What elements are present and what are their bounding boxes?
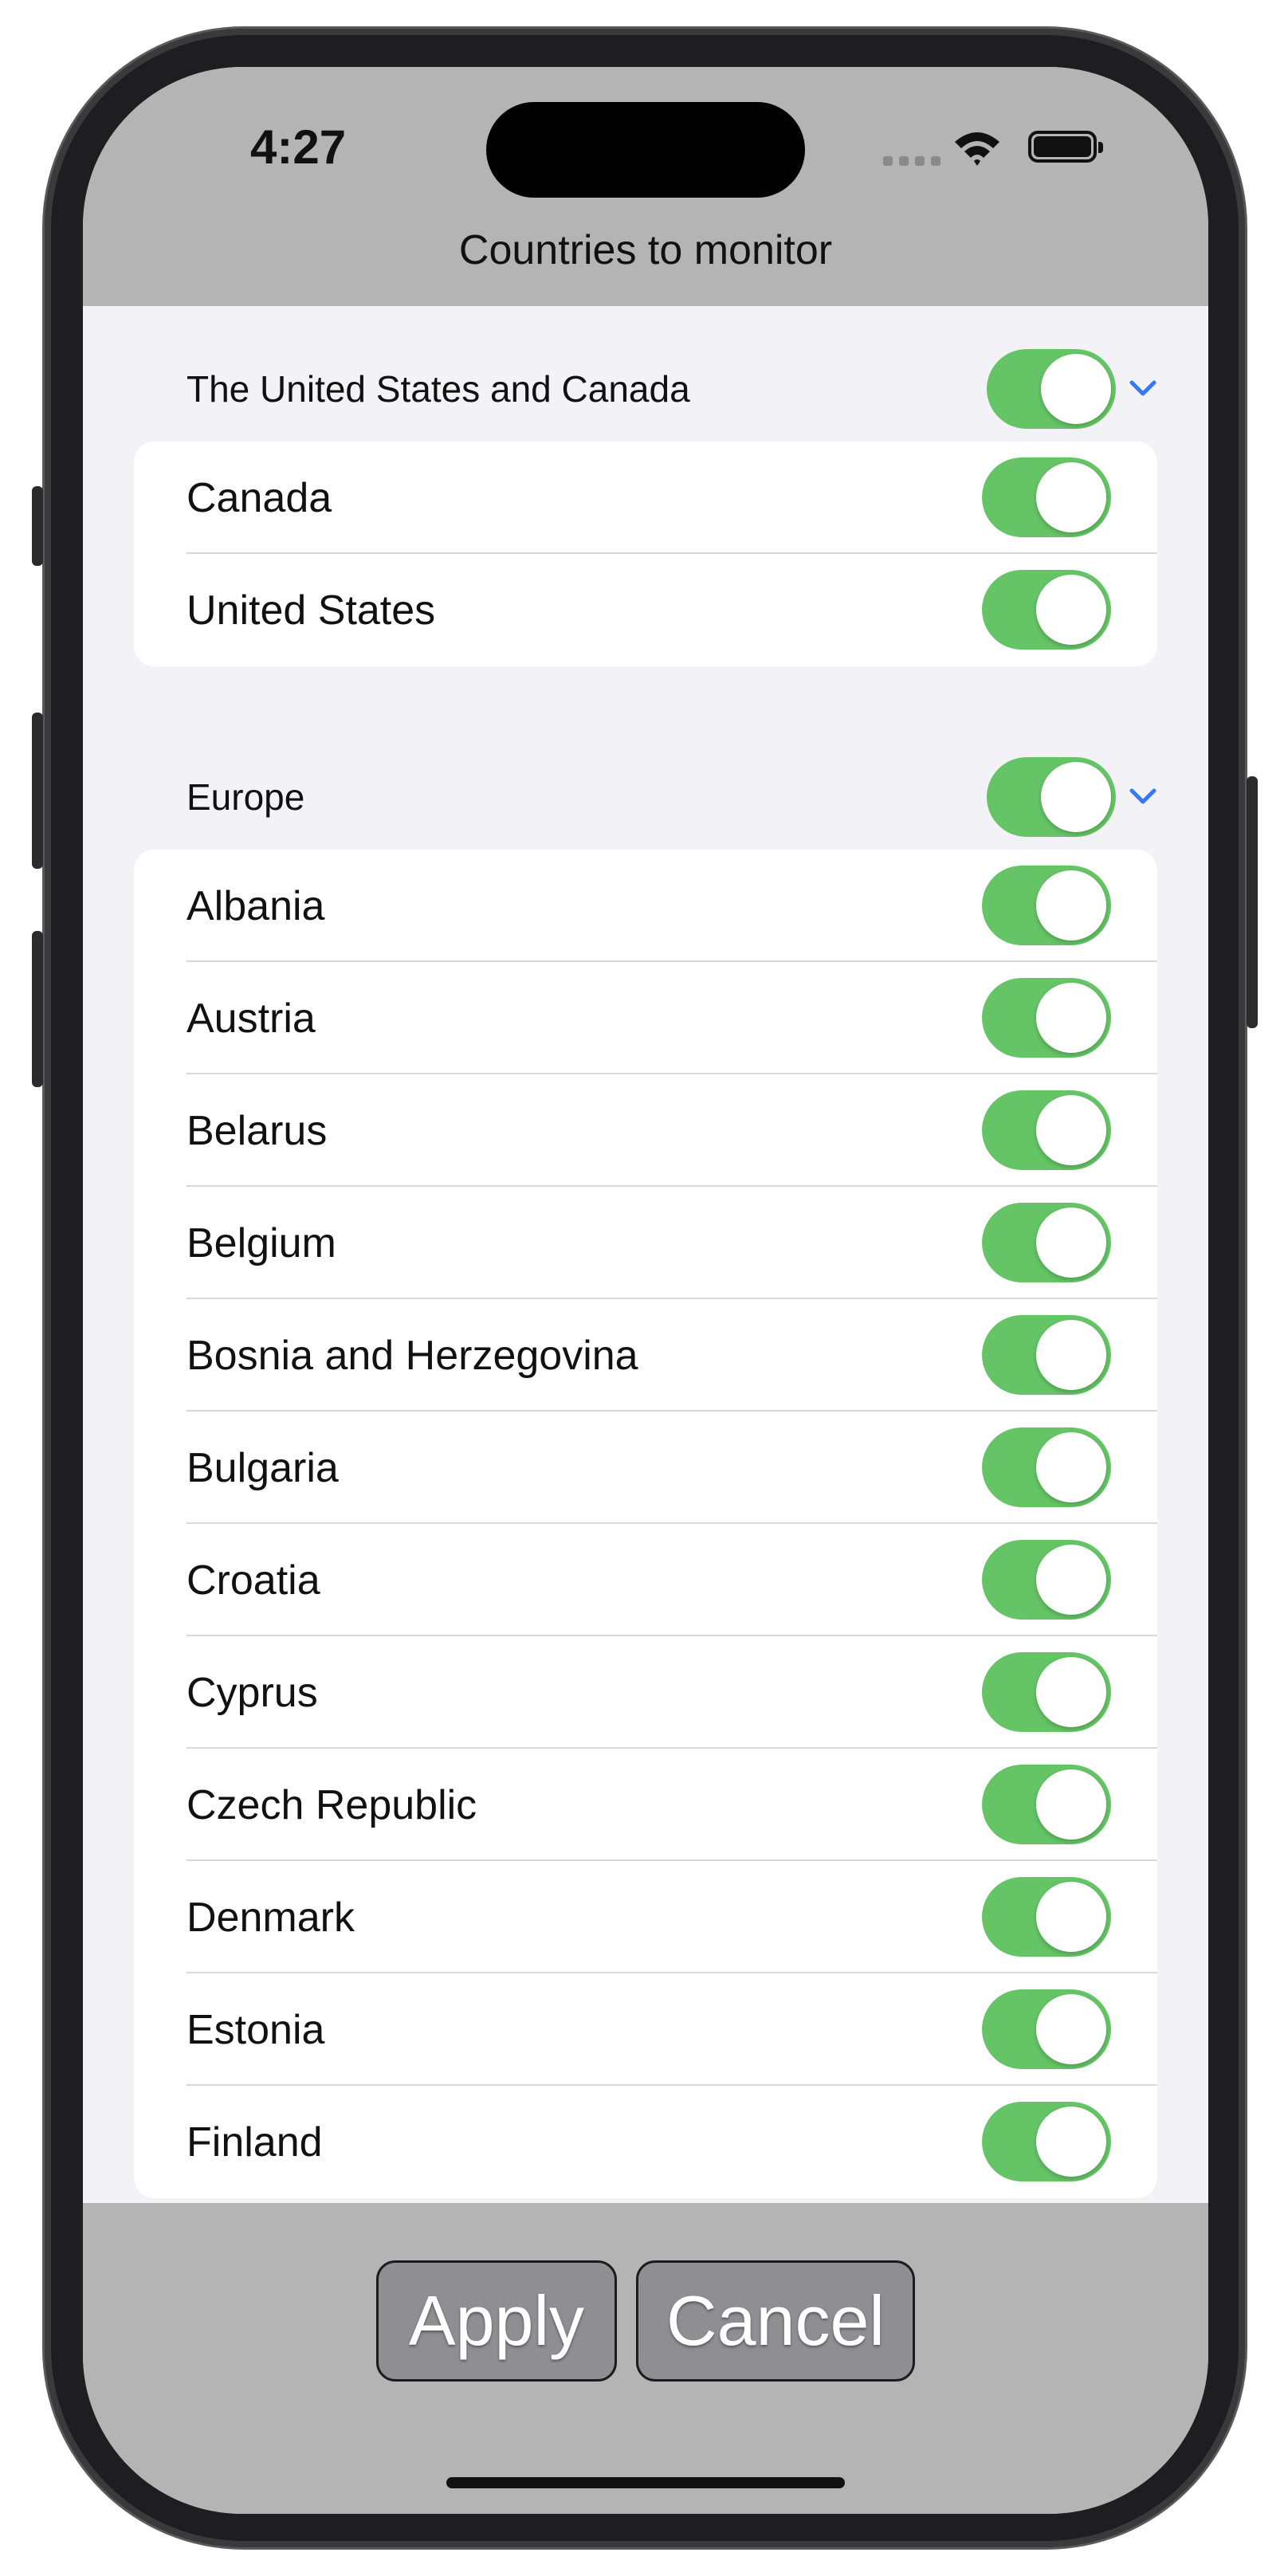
country-toggle[interactable]	[982, 1877, 1111, 1957]
toggle-knob	[1036, 1994, 1106, 2064]
screen: 4:27 Countries to monitor The United Sta…	[83, 67, 1208, 2514]
toggle-knob	[1036, 462, 1106, 532]
toggle-knob	[1036, 1882, 1106, 1952]
country-name: Belarus	[187, 1107, 328, 1154]
page-title: Countries to monitor	[458, 227, 833, 273]
toggle-knob	[1036, 1545, 1106, 1615]
country-toggle[interactable]	[982, 570, 1111, 650]
section-header-us-canada: The United States and Canada	[187, 349, 1207, 429]
country-toggle[interactable]	[982, 978, 1111, 1058]
list-item: Bosnia and Herzegovina	[134, 1299, 1157, 1412]
country-toggle[interactable]	[982, 2102, 1111, 2181]
status-time: 4:27	[250, 120, 347, 174]
list-item: Bulgaria	[134, 1412, 1157, 1524]
country-name: Belgium	[187, 1219, 336, 1266]
apply-button[interactable]: Apply	[376, 2260, 617, 2382]
list-item: Czech Republic	[134, 1749, 1157, 1861]
list-item: Cyprus	[134, 1636, 1157, 1749]
toggle-knob	[1041, 354, 1111, 424]
list-item: Albania	[134, 850, 1157, 962]
battery-icon	[1028, 131, 1103, 163]
top-bar: 4:27 Countries to monitor	[83, 67, 1208, 306]
chevron-down-icon[interactable]	[1127, 373, 1159, 405]
toggle-knob	[1036, 575, 1106, 645]
country-toggle[interactable]	[982, 457, 1111, 537]
wifi-icon	[955, 132, 999, 166]
section-toggle-us-canada[interactable]	[987, 349, 1116, 429]
toggle-knob	[1036, 2107, 1106, 2177]
home-indicator[interactable]	[446, 2477, 845, 2488]
country-name: Cyprus	[187, 1669, 318, 1716]
section-group-europe: Albania Austria Belarus Belgium Bosnia a	[134, 850, 1157, 2198]
section-title: The United States and Canada	[187, 368, 690, 410]
country-name: Canada	[187, 474, 332, 521]
action-bar: Apply Cancel	[83, 2203, 1208, 2514]
volume-down-button	[32, 931, 43, 1087]
country-toggle[interactable]	[982, 866, 1111, 945]
dynamic-island	[486, 102, 805, 198]
section-toggle-europe[interactable]	[987, 757, 1116, 837]
country-toggle[interactable]	[982, 1090, 1111, 1170]
country-name: Denmark	[187, 1894, 355, 1941]
country-name: United States	[187, 587, 436, 634]
cellular-signal-icon	[883, 156, 940, 166]
toggle-knob	[1036, 983, 1106, 1053]
list-item: Estonia	[134, 1973, 1157, 2086]
list-item: Finland	[134, 2086, 1157, 2198]
section-header-europe: Europe	[187, 757, 1207, 837]
toggle-knob	[1036, 1432, 1106, 1502]
country-name: Croatia	[187, 1557, 320, 1604]
list-item: Belarus	[134, 1074, 1157, 1187]
country-name: Bulgaria	[187, 1444, 339, 1491]
country-name: Estonia	[187, 2006, 325, 2053]
section-title: Europe	[187, 776, 305, 818]
country-name: Albania	[187, 882, 325, 929]
country-toggle[interactable]	[982, 1315, 1111, 1395]
toggle-knob	[1036, 1657, 1106, 1727]
list-item: Denmark	[134, 1861, 1157, 1973]
country-toggle[interactable]	[982, 1427, 1111, 1507]
toggle-knob	[1036, 1095, 1106, 1165]
power-button	[1247, 776, 1258, 1028]
cancel-button[interactable]: Cancel	[636, 2260, 915, 2382]
list-item: Austria	[134, 962, 1157, 1074]
volume-up-button	[32, 713, 43, 869]
list-item: Croatia	[134, 1524, 1157, 1636]
list-item: Belgium	[134, 1187, 1157, 1299]
country-toggle[interactable]	[982, 1989, 1111, 2069]
list-item: Canada	[134, 442, 1157, 554]
country-name: Finland	[187, 2119, 323, 2166]
country-name: Bosnia and Herzegovina	[187, 1332, 638, 1379]
toggle-knob	[1036, 1769, 1106, 1840]
country-name: Austria	[187, 995, 316, 1042]
toggle-knob	[1036, 1208, 1106, 1278]
country-toggle[interactable]	[982, 1765, 1111, 1844]
chevron-down-icon[interactable]	[1127, 781, 1159, 813]
section-group-us-canada: Canada United States	[134, 442, 1157, 666]
list-item: United States	[134, 554, 1157, 666]
country-toggle[interactable]	[982, 1652, 1111, 1732]
country-name: Czech Republic	[187, 1781, 477, 1828]
toggle-knob	[1041, 762, 1111, 832]
action-button	[32, 486, 43, 566]
toggle-knob	[1036, 870, 1106, 940]
country-toggle[interactable]	[982, 1540, 1111, 1620]
toggle-knob	[1036, 1320, 1106, 1390]
country-toggle[interactable]	[982, 1203, 1111, 1282]
